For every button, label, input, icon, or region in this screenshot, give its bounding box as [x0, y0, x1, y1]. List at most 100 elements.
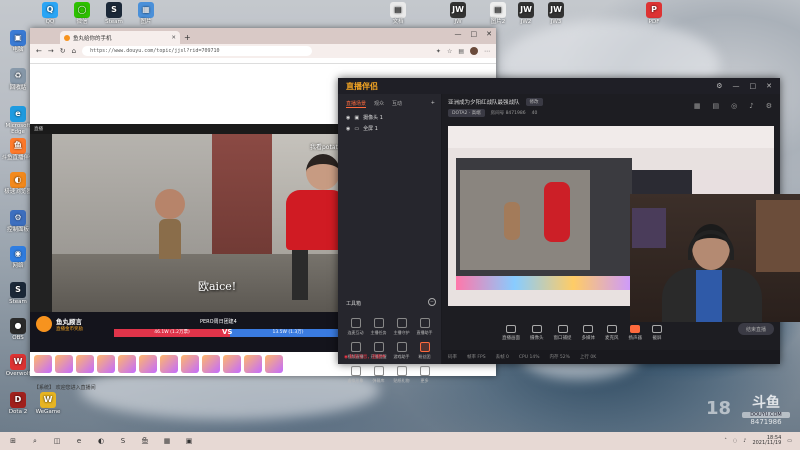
favorite-icon[interactable]: ☆ [447, 48, 452, 55]
status-item: 帧率 FPS [467, 355, 486, 360]
tab-interaction[interactable]: 互动 [392, 100, 402, 108]
new-tab-button[interactable]: + [184, 33, 191, 42]
gift-icon[interactable] [139, 355, 157, 373]
browser-tab[interactable]: 鱼丸给你的手机 ✕ [60, 31, 180, 44]
desktop-icon[interactable]: ◯ 微信 [64, 2, 100, 25]
gift-icon[interactable] [55, 355, 73, 373]
settings-icon[interactable]: ⚙ [716, 82, 722, 90]
toolbox-item[interactable]: 贴纸礼物 [390, 366, 413, 384]
gift-icon[interactable] [97, 355, 115, 373]
collections-icon[interactable]: ▤ [458, 48, 464, 55]
gift-icon[interactable] [223, 355, 241, 373]
gift-icon[interactable] [244, 355, 262, 373]
minimize-icon[interactable]: — [733, 82, 740, 90]
taskbar-app-icon[interactable]: 鱼 [140, 436, 150, 446]
video-frame[interactable]: 我看potato 欧aice! [52, 134, 370, 312]
gift-icon[interactable] [160, 355, 178, 373]
desktop-icon[interactable]: ▤ 文档 [380, 2, 416, 25]
back-icon[interactable]: ← [36, 47, 42, 55]
extensions-icon[interactable]: ✦ [436, 48, 441, 55]
desktop-icon[interactable]: W WeGame [30, 392, 66, 415]
toolbox-collapse-icon[interactable]: − [428, 298, 436, 306]
desktop-icon[interactable]: JW JW3 [538, 2, 574, 25]
gift-icon[interactable] [202, 355, 220, 373]
close-window-icon[interactable]: ✕ [486, 30, 492, 38]
start-icon[interactable]: ⊞ [8, 436, 18, 446]
taskbar-app-icon[interactable]: ▣ [184, 436, 194, 446]
refresh-icon[interactable]: ↻ [60, 47, 66, 55]
category-badge[interactable]: DOTA2 · 高端 [448, 109, 485, 117]
grid-icon[interactable]: ▤ [713, 102, 720, 110]
record-icon[interactable]: ◎ [731, 102, 737, 110]
toolbox-item[interactable]: 主播守护 [390, 318, 413, 336]
eye-icon[interactable]: ◉ [346, 115, 350, 121]
toolbox-item[interactable]: 弹幕库 [367, 366, 390, 384]
gift-icon[interactable] [76, 355, 94, 373]
taskbar-app-icon[interactable]: ◫ [52, 436, 62, 446]
toolbox-item[interactable]: 更多 [413, 366, 436, 384]
desktop-icon[interactable]: S Steam [96, 2, 132, 25]
source-button[interactable]: 多媒体 [582, 325, 595, 341]
home-icon[interactable]: ⌂ [72, 47, 76, 55]
taskbar-app-icon[interactable]: S [118, 436, 128, 446]
app-icon: ◯ [74, 2, 90, 18]
source-button[interactable]: 摄像头 [530, 325, 544, 341]
streamer-avatar[interactable] [36, 316, 52, 332]
network-icon[interactable]: ◌ [733, 438, 737, 444]
layout-icon[interactable]: ▦ [694, 102, 701, 110]
tab-scenes[interactable]: 直播场景 [346, 100, 367, 108]
chevron-up-icon[interactable]: ˄ [724, 438, 727, 444]
gift-icon[interactable] [265, 355, 283, 373]
clock[interactable]: 18:54 2021/11/19 [752, 435, 781, 447]
volume-icon[interactable]: ♪ [743, 438, 746, 444]
desktop-icon-label: QQ [45, 19, 55, 25]
search-icon[interactable]: ⌕ [30, 436, 40, 446]
desktop-icon[interactable]: P PDF [636, 2, 672, 25]
add-scene-icon[interactable]: + [431, 100, 435, 108]
taskbar-app-icon[interactable]: ▦ [162, 436, 172, 446]
close-tab-icon[interactable]: ✕ [171, 35, 176, 41]
settings-icon[interactable]: ⚙ [766, 102, 772, 110]
toolbox-item-label: 直播助手 [416, 330, 433, 335]
close-window-icon[interactable]: ✕ [766, 82, 772, 90]
toolbox-item-label: 连麦互动 [347, 330, 364, 335]
toolbox-item[interactable]: 虚拟形象 [344, 366, 367, 384]
desktop-icon[interactable]: JW JW [440, 2, 476, 25]
source-button[interactable]: 截屏 [652, 325, 662, 341]
tab-audience[interactable]: 观众 [374, 100, 384, 108]
desktop-icon-label: JW3 [550, 19, 562, 25]
toolbox-item[interactable]: 连麦互动 [344, 318, 367, 336]
minimize-icon[interactable]: — [455, 30, 462, 38]
desktop-icon[interactable]: Q QQ [32, 2, 68, 25]
toolbox-item[interactable]: 直播助手 [413, 318, 436, 336]
toolbox-item[interactable]: 主播任务 [367, 318, 390, 336]
profile-avatar[interactable] [470, 47, 478, 55]
gift-icon[interactable] [34, 355, 52, 373]
scene-item[interactable]: ◉ ▭ 全屏 1 [338, 123, 441, 134]
source-button[interactable]: 窗口捕捉 [554, 325, 572, 341]
taskbar-app-icon[interactable]: e [74, 436, 84, 446]
edit-room-button[interactable]: 修改 [525, 98, 543, 106]
bell-icon[interactable]: ♪ [749, 102, 753, 110]
desktop-icon[interactable]: ▦ 图片 [128, 2, 164, 25]
maximize-icon[interactable]: □ [471, 30, 478, 38]
source-button[interactable]: 扬声器 [629, 325, 642, 341]
source-button[interactable]: 直播画面 [502, 325, 520, 341]
notification-icon[interactable]: ▭ [787, 438, 792, 444]
scene-item[interactable]: ◉ ▣ 摄像头 1 [338, 112, 441, 123]
more-menu-icon[interactable]: ⋯ [484, 48, 490, 55]
end-stream-button[interactable]: 结束直播 [738, 323, 774, 335]
streamer-sub: 直播金币奖励 [56, 327, 83, 332]
url-input[interactable]: https://www.douyu.com/topic/jjsl?rid=709… [82, 46, 313, 56]
taskbar-app-icon[interactable]: ◐ [96, 436, 106, 446]
source-button[interactable]: 麦克风 [605, 325, 619, 341]
app-icon: S [10, 282, 26, 298]
broadcaster-titlebar: 直播伴侣 ⚙ — □ ✕ [338, 78, 780, 94]
source-icon [506, 325, 516, 333]
streamer-name[interactable]: 鱼丸顾言 [56, 316, 82, 326]
forward-icon[interactable]: → [48, 47, 54, 55]
gift-icon[interactable] [118, 355, 136, 373]
maximize-icon[interactable]: □ [750, 82, 757, 90]
gift-icon[interactable] [181, 355, 199, 373]
eye-icon[interactable]: ◉ [346, 126, 350, 132]
